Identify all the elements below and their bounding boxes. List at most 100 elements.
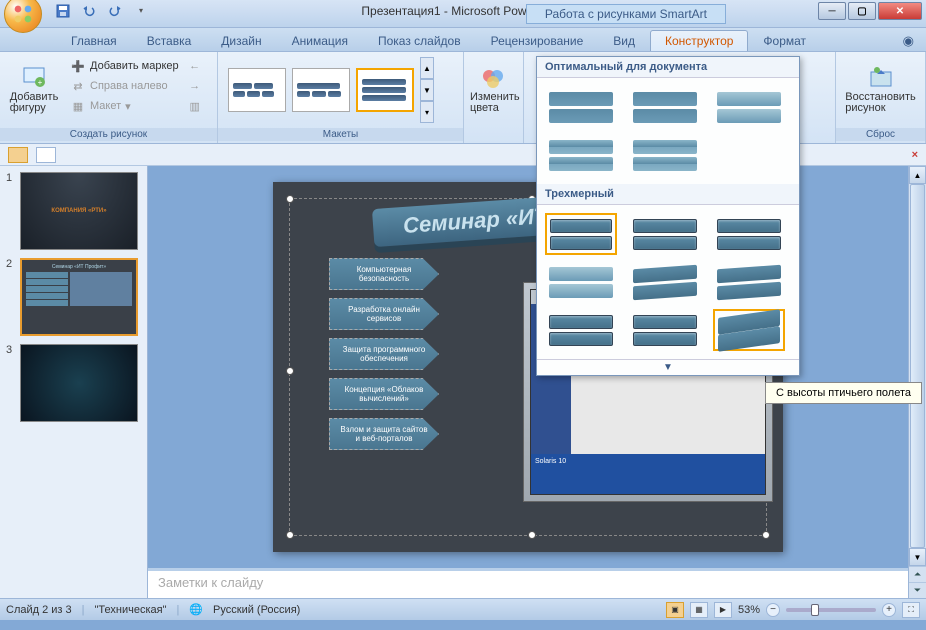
add-bullet-button[interactable]: ➕Добавить маркер <box>66 56 183 76</box>
promote-button[interactable]: ← <box>187 56 203 76</box>
zoom-in-button[interactable]: + <box>882 603 896 617</box>
sorter-view-button[interactable]: ▦ <box>690 602 708 618</box>
demote-button[interactable]: → <box>187 76 203 96</box>
thumbnails-view-button[interactable] <box>8 147 28 163</box>
save-icon <box>56 4 70 18</box>
style-3d-3[interactable] <box>713 213 785 255</box>
office-button[interactable] <box>4 0 42 33</box>
smartart-item-2[interactable]: Разработка онлайн сервисов <box>329 298 439 330</box>
slideshow-view-button[interactable]: ▶ <box>714 602 732 618</box>
reset-icon <box>867 66 895 90</box>
text-pane-button[interactable]: ▥ <box>187 96 203 116</box>
outline-view-button[interactable] <box>36 147 56 163</box>
group-reset: Восстановить рисунок Сброс <box>836 52 926 143</box>
smartart-item-1[interactable]: Компьютерная безопасность <box>329 258 439 290</box>
style-3d-7[interactable] <box>545 309 617 351</box>
add-shape-button[interactable]: + Добавить фигуру <box>6 56 62 124</box>
style-flat-2[interactable] <box>629 86 701 128</box>
status-bar: Слайд 2 из 3 | "Техническая" | 🌐 Русский… <box>0 598 926 620</box>
status-theme: "Техническая" <box>95 604 167 616</box>
redo-button[interactable] <box>104 0 126 22</box>
redo-icon <box>108 4 122 18</box>
style-3d-birds-eye[interactable] <box>713 309 785 351</box>
status-language[interactable]: Русский (Россия) <box>213 604 300 616</box>
status-slide-info: Слайд 2 из 3 <box>6 604 72 616</box>
scroll-thumb[interactable] <box>910 184 925 548</box>
reset-graphic-button[interactable]: Восстановить рисунок <box>842 56 919 124</box>
style-3d-2[interactable] <box>629 213 701 255</box>
rtl-button[interactable]: ⇄Справа налево <box>66 76 183 96</box>
maximize-button[interactable]: ▢ <box>848 2 876 20</box>
tab-animation[interactable]: Анимация <box>277 30 363 51</box>
zoom-slider-thumb[interactable] <box>811 604 819 616</box>
close-button[interactable]: ✕ <box>878 2 922 20</box>
next-slide-button[interactable]: ⏷ <box>909 582 926 598</box>
normal-view-button[interactable]: ▣ <box>666 602 684 618</box>
ribbon-tabs: Главная Вставка Дизайн Анимация Показ сл… <box>0 28 926 52</box>
layouts-gallery-spinner: ▲ ▼ ▾ <box>420 57 434 123</box>
style-tooltip: С высоты птичьего полета <box>765 382 922 404</box>
layout-option-2[interactable] <box>292 68 350 112</box>
save-button[interactable] <box>52 0 74 22</box>
undo-icon <box>82 4 96 18</box>
style-flat-4[interactable] <box>545 134 617 176</box>
scroll-up-button[interactable]: ▲ <box>909 166 926 184</box>
smartart-item-3[interactable]: Защита программного обеспечения <box>329 338 439 370</box>
zoom-out-button[interactable]: − <box>766 603 780 617</box>
undo-button[interactable] <box>78 0 100 22</box>
style-3d-4[interactable] <box>545 261 617 303</box>
add-shape-icon: + <box>22 66 46 90</box>
tab-insert[interactable]: Вставка <box>132 30 207 51</box>
tab-review[interactable]: Рецензирование <box>476 30 599 51</box>
tab-home[interactable]: Главная <box>56 30 132 51</box>
qat-customize-button[interactable]: ▾ <box>130 0 152 22</box>
group-colors: Изменить цвета <box>464 52 524 143</box>
style-flat-1[interactable] <box>545 86 617 128</box>
style-flat-5[interactable] <box>629 134 701 176</box>
tab-smartart-design[interactable]: Конструктор <box>650 30 748 51</box>
layout-option-3[interactable] <box>356 68 414 112</box>
office-logo-icon <box>13 4 33 24</box>
slide-thumb-3[interactable]: 3 <box>6 344 141 422</box>
slide-thumbnails-pane[interactable]: 1 КОМПАНИЯ «РТИ» 2 Семинар «ИТ Профит» 3 <box>0 166 148 598</box>
layouts-more-button[interactable]: ▾ <box>420 101 434 123</box>
window-controls: ─ ▢ ✕ <box>818 2 922 20</box>
tab-design[interactable]: Дизайн <box>206 30 276 51</box>
slide-thumb-1[interactable]: 1 КОМПАНИЯ «РТИ» <box>6 172 141 250</box>
tab-slideshow[interactable]: Показ слайдов <box>363 30 476 51</box>
style-3d-1[interactable] <box>545 213 617 255</box>
styles-scroll-down[interactable]: ▼ <box>537 359 799 375</box>
context-tab-label: Работа с рисунками SmartArt <box>526 4 726 24</box>
group-create-title: Создать рисунок <box>0 128 217 141</box>
tab-view[interactable]: Вид <box>598 30 650 51</box>
style-3d-8[interactable] <box>629 309 701 351</box>
smartart-shapes[interactable]: Компьютерная безопасность Разработка онл… <box>329 258 439 450</box>
smartart-item-4[interactable]: Концепция «Облаков вычислений» <box>329 378 439 410</box>
slide-thumb-2[interactable]: 2 Семинар «ИТ Профит» <box>6 258 141 336</box>
help-button[interactable]: ◉ <box>899 31 918 51</box>
group-create-graphic: + Добавить фигуру ➕Добавить маркер ⇄Спра… <box>0 52 218 143</box>
prev-slide-button[interactable]: ⏶ <box>909 566 926 582</box>
title-bar: ▾ Презентация1 - Microsoft PowerPoint Ра… <box>0 0 926 28</box>
zoom-slider[interactable] <box>786 608 876 612</box>
layouts-prev-button[interactable]: ▲ <box>420 57 434 79</box>
style-section-3d: Трехмерный <box>537 184 799 205</box>
svg-text:+: + <box>38 78 43 87</box>
layout-option-1[interactable] <box>228 68 286 112</box>
pane-close-button[interactable]: × <box>912 149 918 161</box>
smartart-item-5[interactable]: Взлом и защита сайтов и веб-порталов <box>329 418 439 450</box>
notes-pane[interactable]: Заметки к слайду <box>148 568 908 598</box>
smartart-styles-dropdown: Оптимальный для документа Трехмерный ▼ <box>536 56 800 376</box>
style-3d-6[interactable] <box>713 261 785 303</box>
tab-smartart-format[interactable]: Формат <box>748 30 821 51</box>
zoom-level[interactable]: 53% <box>738 604 760 616</box>
layout-button[interactable]: ▦Макет ▾ <box>66 96 183 116</box>
style-3d-5[interactable] <box>629 261 701 303</box>
change-colors-button[interactable]: Изменить цвета <box>470 56 520 124</box>
fit-window-button[interactable]: ⛶ <box>902 602 920 618</box>
layout-icon: ▦ <box>70 98 86 114</box>
layouts-next-button[interactable]: ▼ <box>420 79 434 101</box>
minimize-button[interactable]: ─ <box>818 2 846 20</box>
scroll-down-button[interactable]: ▼ <box>909 548 926 566</box>
style-flat-3[interactable] <box>713 86 785 128</box>
